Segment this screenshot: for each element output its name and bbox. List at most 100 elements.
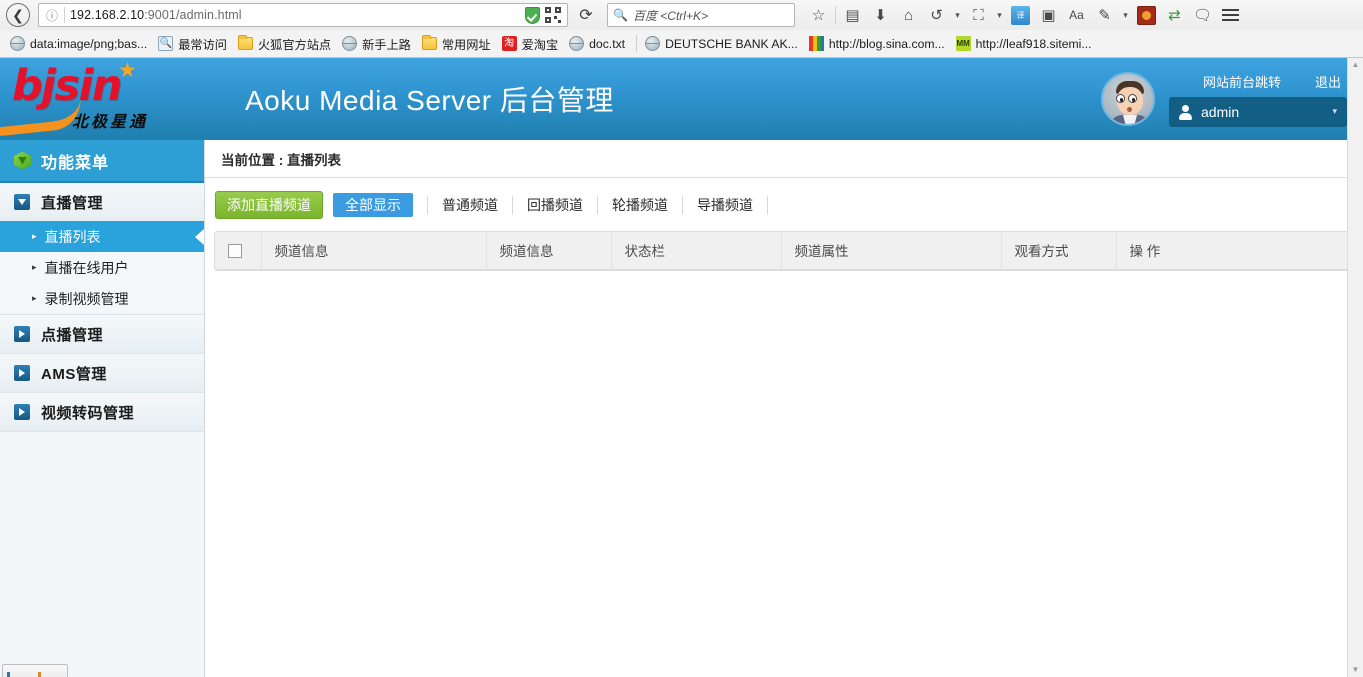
screenshot-crop-icon[interactable]: ⛶ [965,2,992,28]
sidebar-subitem-label: 录制视频管理 [45,289,129,309]
bookmark-item[interactable]: DEUTSCHE BANK AK... [641,34,805,53]
translate-icon[interactable]: 译 [1007,2,1034,28]
toolbar-divider [597,196,598,214]
brush-dropdown-icon[interactable]: ▾ [1119,2,1132,28]
search-bar[interactable]: 🔍 百度 <Ctrl+K> [607,3,795,27]
most-visited-icon: 🔍 [158,36,173,51]
screenshot-dropdown-icon[interactable]: ▾ [993,2,1006,28]
address-divider [64,7,65,23]
globe-icon [342,36,357,51]
frontend-link[interactable]: 网站前台跳转 [1203,72,1281,91]
bookmark-item[interactable]: 淘 爱淘宝 [498,33,566,55]
select-all-column [215,232,261,269]
scroll-up-arrow-icon[interactable]: ▲ [1352,61,1360,69]
taobao-icon: 淘 [502,36,517,51]
bookmark-item[interactable]: data:image/png;bas... [6,34,154,53]
back-button[interactable]: ❮ [4,2,32,28]
column-watch-method[interactable]: 观看方式 [1001,232,1116,269]
empty-table-area [214,271,1353,657]
brand-logo[interactable]: bjsin ★ 北极星通 [0,58,205,140]
add-live-channel-button[interactable]: 添加直播频道 [215,191,323,219]
info-icon[interactable]: ⓘ [41,7,63,24]
sidebar-item-live-online-users[interactable]: ▸ 直播在线用户 [0,252,204,283]
url-host: 192.168.2.10 [70,8,144,22]
sidebar-item-vod-management[interactable]: 点播管理 [0,315,204,353]
chevron-right-square-icon [14,326,30,342]
column-operations[interactable]: 操 作 [1116,232,1352,269]
chevron-down-square-icon [14,194,30,210]
security-shield-icon[interactable] [525,7,540,24]
tab-rotation-channel[interactable]: 轮播频道 [612,195,668,215]
bookmark-label: 火狐官方站点 [258,35,331,53]
logo-chinese-name: 北极星通 [72,108,148,132]
user-name: admin [1201,104,1239,120]
content-area: 添加直播频道 全部显示 普通频道 回播频道 轮播频道 导播频道 [205,178,1363,677]
bookmark-item[interactable]: 火狐官方站点 [234,33,338,55]
bookmark-item[interactable]: http://blog.sina.com... [805,34,952,53]
user-icon [1179,105,1191,119]
header-right-area: 网站前台跳转 退出 admin ▾ [1101,58,1347,140]
save-page-icon[interactable]: ▣ [1035,2,1062,28]
column-status[interactable]: 状态栏 [611,232,781,269]
browser-chrome: ❮ ⓘ 192.168.2.10:9001/admin.html ⟳ 🔍 百度 … [0,0,1363,58]
logout-link[interactable]: 退出 [1315,72,1341,91]
qr-code-icon[interactable] [545,7,561,23]
extension-red-icon[interactable] [1133,2,1160,28]
sync-icon[interactable]: ⇄ [1161,2,1188,28]
bookmark-label: 爱淘宝 [522,35,559,53]
globe-icon [10,36,25,51]
sidebar-item-ams-management[interactable]: AMS管理 [0,354,204,392]
address-bar[interactable]: ⓘ 192.168.2.10:9001/admin.html [38,3,568,27]
bookmarks-divider [636,35,637,52]
bookmark-item[interactable]: doc.txt [565,34,632,53]
toolbar-divider [767,196,768,214]
tab-director-channel[interactable]: 导播频道 [697,195,753,215]
bookmarks-bar: data:image/png;bas... 🔍 最常访问 火狐官方站点 新手上路… [0,30,1363,57]
brush-icon[interactable]: ✎ [1091,2,1118,28]
tab-replay-channel[interactable]: 回播频道 [527,195,583,215]
sidebar-filler [0,432,204,677]
sidebar-item-live-list[interactable]: ▸ 直播列表 [0,221,204,252]
sidebar-item-live-management[interactable]: 直播管理 [0,183,204,221]
avatar[interactable] [1101,72,1155,126]
header-links: 网站前台跳转 退出 admin ▾ [1169,72,1347,127]
downloads-icon[interactable]: ⬇ [867,2,894,28]
hamburger-menu-icon[interactable] [1217,2,1243,28]
bookmark-item[interactable]: 常用网址 [418,33,498,55]
folder-icon [422,37,437,50]
mm-icon: MM [956,36,971,51]
reload-button[interactable]: ⟳ [573,2,599,28]
column-channel-attributes[interactable]: 频道属性 [781,232,1001,269]
user-menu[interactable]: admin ▾ [1169,97,1347,127]
show-all-button[interactable]: 全部显示 [333,193,413,217]
bookmark-item[interactable]: 新手上路 [338,33,418,55]
sidebar-item-recorded-video[interactable]: ▸ 录制视频管理 [0,283,204,314]
bookmark-item[interactable]: 🔍 最常访问 [154,33,234,55]
tab-normal-channel[interactable]: 普通频道 [442,195,498,215]
sidebar: 功能菜单 直播管理 ▸ 直播列表 ▸ 直播在线用户 [0,140,205,677]
sidebar-header: 功能菜单 [0,140,204,183]
history-dropdown-icon[interactable]: ▾ [951,2,964,28]
history-back-icon[interactable]: ↺ [923,2,950,28]
reload-icon: ⟳ [579,5,592,25]
sidebar-item-transcode-management[interactable]: 视频转码管理 [0,393,204,431]
browser-nav-bar: ❮ ⓘ 192.168.2.10:9001/admin.html ⟳ 🔍 百度 … [0,0,1363,30]
column-channel-info-2[interactable]: 频道信息 [486,232,611,269]
select-all-checkbox[interactable] [228,244,242,258]
reading-list-icon[interactable]: ▤ [839,2,866,28]
toolbar-divider [512,196,513,214]
sidebar-group-live: 直播管理 ▸ 直播列表 ▸ 直播在线用户 ▸ 录制视频管理 [0,183,204,315]
bookmark-star-icon[interactable]: ☆ [805,2,832,28]
caret-right-icon: ▸ [32,231,37,242]
home-icon[interactable]: ⌂ [895,2,922,28]
scroll-down-arrow-icon[interactable]: ▼ [1352,666,1360,674]
bookmark-label: data:image/png;bas... [30,37,147,51]
cube-icon [14,152,31,170]
bookmark-label: DEUTSCHE BANK AK... [665,37,798,51]
feedback-icon[interactable]: 🗨 [1189,2,1216,28]
search-icon: 🔍 [613,8,628,22]
page-scrollbar[interactable]: ▲ ▼ [1347,58,1363,677]
font-size-icon[interactable]: Aa [1063,2,1090,28]
column-channel-info-1[interactable]: 频道信息 [261,232,486,269]
bookmark-item[interactable]: MM http://leaf918.sitemi... [952,34,1099,53]
